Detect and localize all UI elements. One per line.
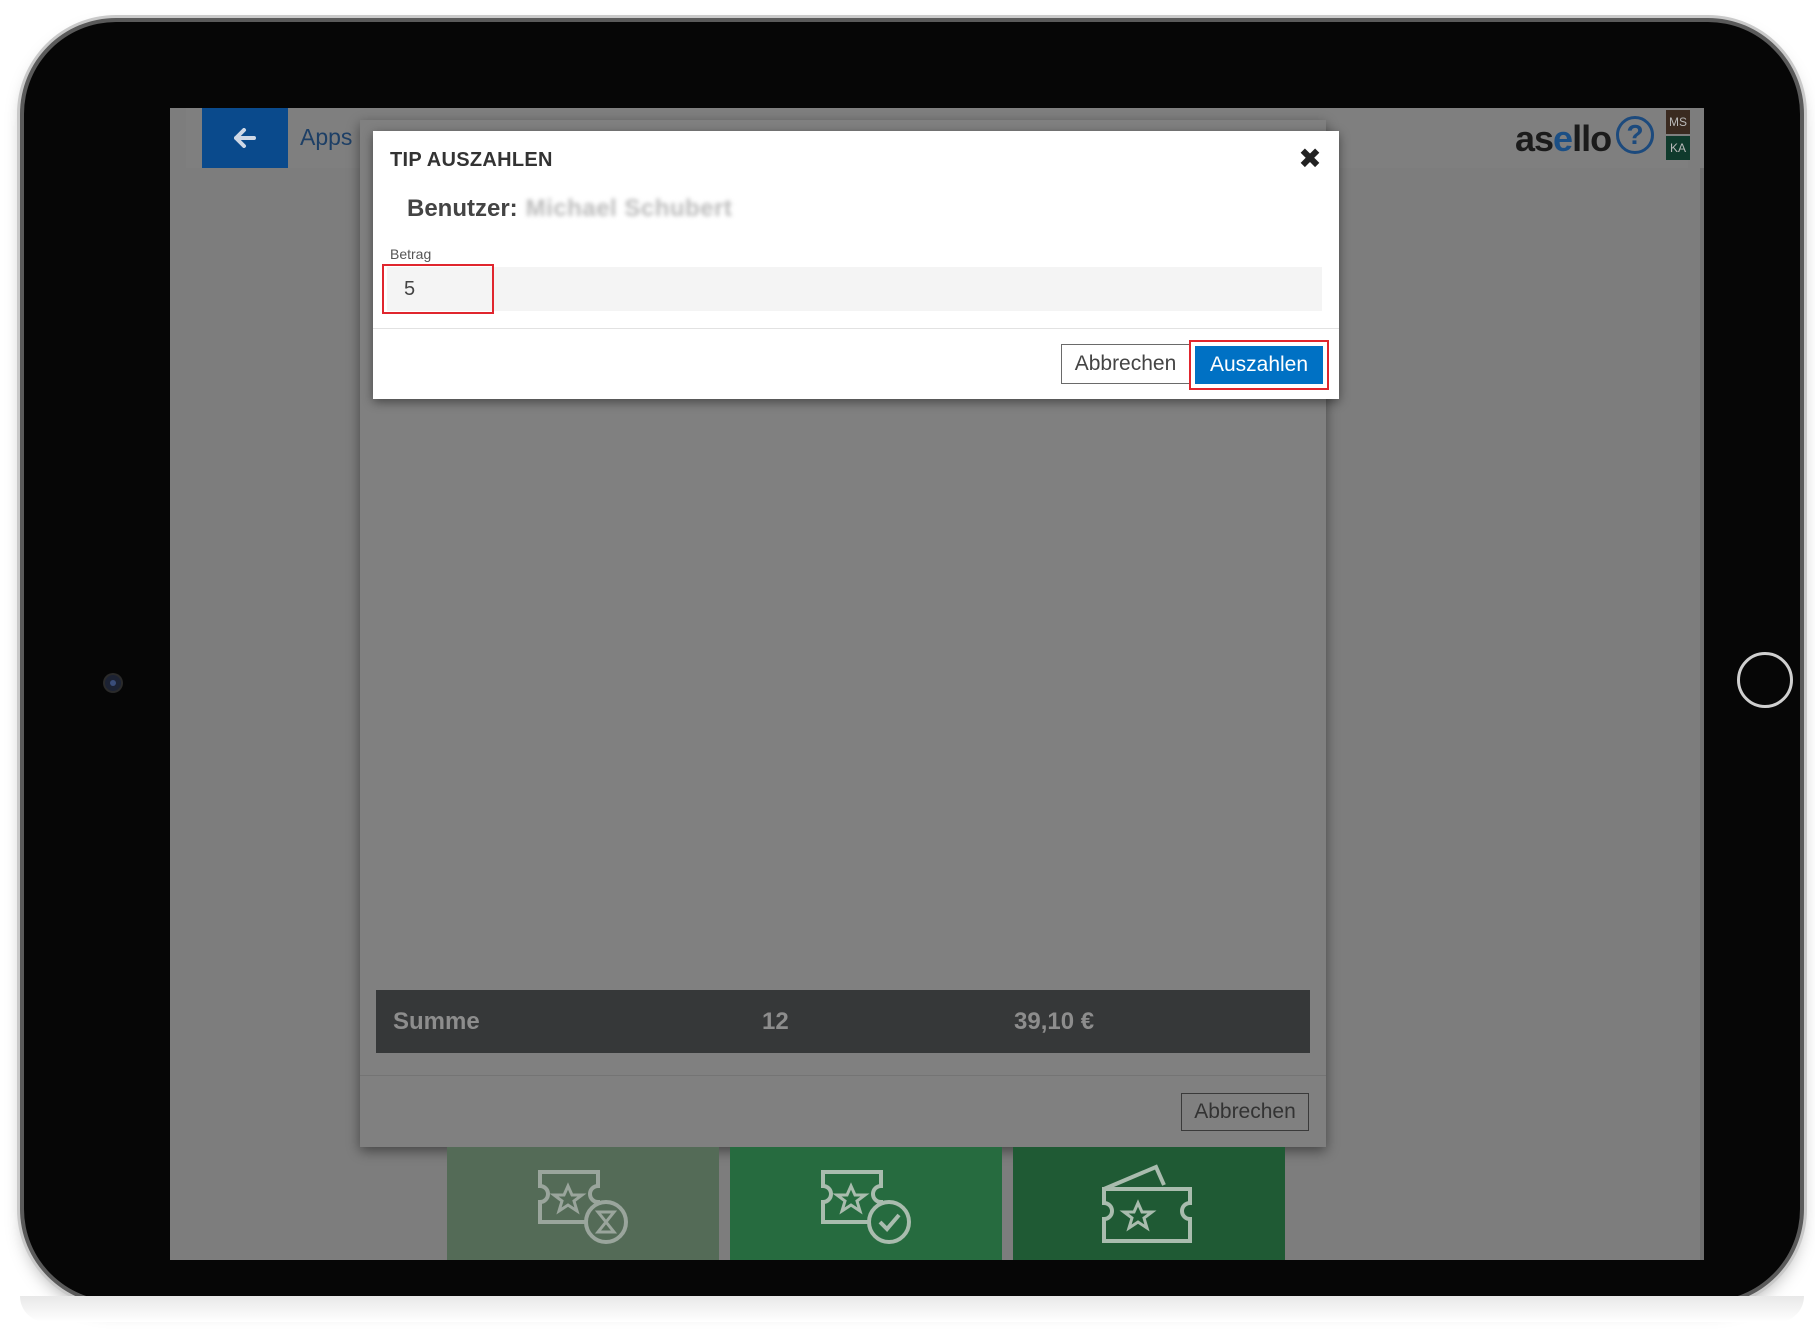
tablet-frame: Apps asello ? MS KA Summe 12 39,10 € Abb… bbox=[24, 22, 1800, 1301]
amount-input[interactable] bbox=[387, 267, 1322, 311]
home-button[interactable] bbox=[1737, 652, 1793, 708]
user-label: Benutzer: bbox=[407, 195, 518, 222]
payout-button[interactable]: Auszahlen bbox=[1195, 346, 1323, 384]
modal-divider bbox=[373, 328, 1339, 329]
dialog-divider bbox=[360, 1075, 1326, 1076]
close-icon[interactable]: ✖ bbox=[1296, 143, 1324, 174]
ticket-pending-icon bbox=[538, 1169, 628, 1244]
ticket-check-icon bbox=[821, 1169, 911, 1244]
arrow-left-icon bbox=[234, 128, 256, 148]
tile-ticket-check[interactable] bbox=[730, 1147, 1002, 1260]
tile-ticket-pending[interactable] bbox=[447, 1147, 719, 1260]
sum-row: Summe 12 39,10 € bbox=[376, 990, 1310, 1053]
avatar-ms[interactable]: MS bbox=[1666, 110, 1690, 134]
tablet-shadow bbox=[20, 1296, 1804, 1322]
modal-title: TIP AUSZAHLEN bbox=[390, 149, 553, 171]
user-line: Benutzer: Michael Schubert bbox=[407, 195, 732, 223]
help-icon[interactable]: ? bbox=[1616, 116, 1654, 154]
user-name: Michael Schubert bbox=[525, 195, 733, 222]
tip-payout-modal: TIP AUSZAHLEN ✖ Benutzer: Michael Schube… bbox=[373, 131, 1339, 399]
asello-logo: asello bbox=[1515, 118, 1612, 160]
back-button[interactable] bbox=[202, 108, 288, 168]
screen-edge bbox=[1700, 168, 1704, 1260]
logo-prefix: as bbox=[1515, 118, 1554, 159]
tile-ticket-open[interactable] bbox=[1013, 1147, 1285, 1260]
logo-suffix: llo bbox=[1572, 118, 1612, 159]
sum-total: 39,10 € bbox=[1014, 1007, 1095, 1035]
apps-link[interactable]: Apps bbox=[300, 124, 352, 151]
app-screen: Apps asello ? MS KA Summe 12 39,10 € Abb… bbox=[170, 108, 1704, 1260]
sum-count: 12 bbox=[762, 1007, 789, 1035]
avatar-ka[interactable]: KA bbox=[1666, 136, 1690, 160]
logo-accent: e bbox=[1553, 118, 1573, 159]
camera-icon bbox=[105, 675, 121, 691]
background-cancel-button[interactable]: Abbrechen bbox=[1181, 1093, 1309, 1131]
ticket-open-icon bbox=[1102, 1163, 1192, 1243]
sum-label: Summe bbox=[393, 1007, 480, 1035]
amount-label: Betrag bbox=[390, 246, 432, 262]
cancel-button[interactable]: Abbrechen bbox=[1061, 344, 1190, 384]
